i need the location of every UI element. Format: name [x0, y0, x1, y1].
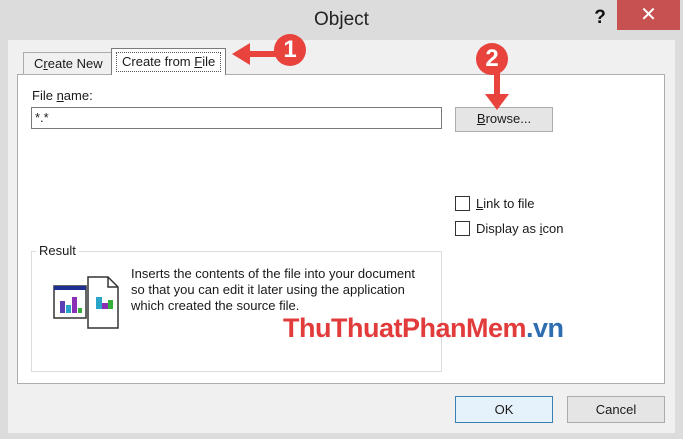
button-label: rowse...: [485, 111, 532, 126]
annotation-marker-1: 1: [274, 34, 306, 66]
watermark-part: .vn: [526, 313, 564, 343]
tab-label-accesskey: F: [194, 54, 203, 69]
arrow-1-icon: [232, 43, 278, 65]
tab-create-new[interactable]: Create New: [23, 52, 114, 74]
result-line: Inserts the contents of the file into yo…: [131, 266, 415, 281]
file-name-input[interactable]: *.*: [31, 107, 442, 129]
result-line: which created the source file.: [131, 298, 300, 313]
label-part: ink to file: [483, 196, 535, 211]
checkbox-label: Display as icon: [476, 221, 563, 236]
watermark-part: ThuThuat: [283, 313, 402, 343]
result-description: Inserts the contents of the file into yo…: [131, 266, 431, 314]
tab-label-part: Create from: [122, 54, 195, 69]
close-button[interactable]: ✕: [617, 0, 680, 30]
result-legend: Result: [36, 243, 79, 258]
watermark: ThuThuatPhanMem.vn: [283, 313, 564, 344]
button-accesskey: B: [476, 111, 486, 126]
tab-label-part: eate New: [47, 56, 103, 71]
annotation-marker-2: 2: [476, 43, 508, 75]
result-line: so that you can edit it later using the …: [131, 282, 405, 297]
window-frame-left: [0, 40, 8, 439]
tab-label-part: ile: [202, 54, 216, 69]
file-name-label: File name:: [32, 88, 93, 103]
label-part: File: [32, 88, 57, 103]
window-frame-right: [675, 40, 683, 439]
label-part: Display as: [476, 221, 540, 236]
watermark-part: PhanMem: [401, 313, 527, 343]
close-icon: ✕: [640, 4, 657, 26]
tab-create-from-file[interactable]: Create from File: [111, 48, 227, 75]
tab-label-part: C: [34, 56, 44, 71]
ok-button[interactable]: OK: [455, 396, 553, 423]
label-part: ame:: [63, 88, 93, 103]
window-title: Object: [314, 9, 369, 30]
cancel-button[interactable]: Cancel: [567, 396, 665, 423]
checkbox-box[interactable]: [455, 196, 470, 211]
label-accesskey: n: [56, 88, 64, 103]
window-frame-bottom: [0, 433, 683, 439]
label-part: con: [542, 221, 564, 236]
checkbox-box[interactable]: [455, 221, 470, 236]
arrow-2-icon: [485, 72, 509, 110]
help-button[interactable]: ?: [588, 6, 612, 30]
insert-file-icon: [52, 275, 120, 330]
checkbox-label: Link to file: [476, 196, 535, 211]
